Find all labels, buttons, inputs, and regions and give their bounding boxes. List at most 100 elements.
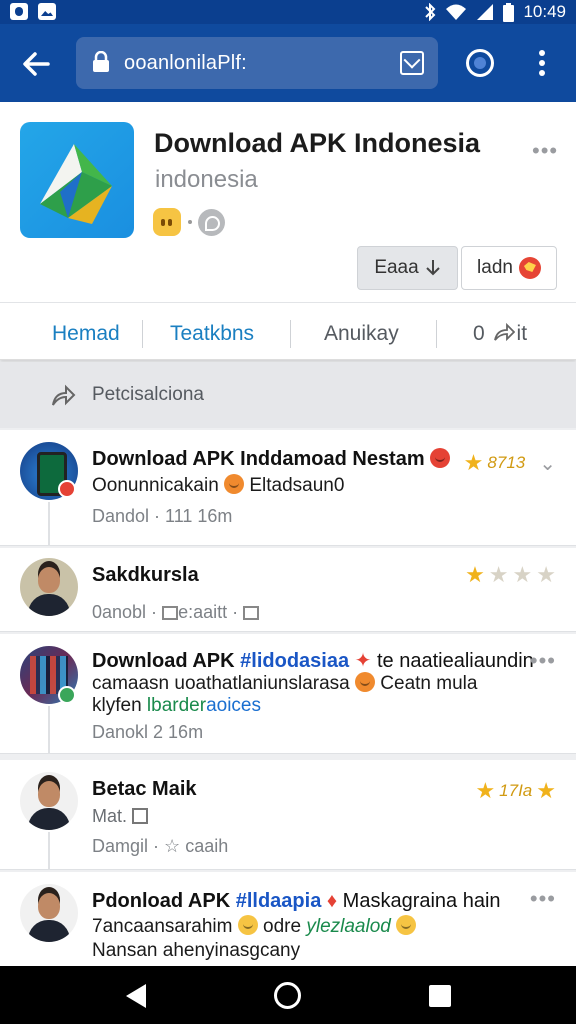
open-button-label: ladn [477,257,513,278]
separator-dot [188,220,192,224]
verified-badge-icon [198,209,225,236]
user-avatar [20,558,78,616]
battery-icon [503,2,515,22]
download-arrow-icon [425,260,440,276]
url-bar[interactable]: ooanlonilaPlf: [76,37,438,89]
share-icon [493,322,515,342]
post-meta-text-3: caaih [185,836,229,856]
pin-icon: ✦ [354,650,372,672]
thread-line [48,832,50,870]
more-options-icon[interactable]: ••• [530,648,556,674]
rating-text: 8713 [487,453,526,472]
app-header-card: Download APK Indonesia indonesia ••• Eaa… [0,102,576,360]
tab-anuikay[interactable]: Anuikay [324,322,399,346]
composer-placeholder: Petcisalciona [92,384,204,405]
chevron-down-icon[interactable]: ⌄ [539,451,556,476]
star-icon: ★ [536,562,556,587]
hashtag-link[interactable]: #lldaapia [236,890,322,912]
post-title: Download APK Inddamoad Nestam [92,448,451,471]
emoji-icon [237,915,258,935]
tab-bar: Hemad Teatkbns Anuikay 0 it [0,304,576,360]
post-meta: Mat. [92,806,149,827]
star-icon: ★ [512,562,533,587]
share-small-icon: ☆ [164,836,181,856]
open-button[interactable]: ladn [461,246,557,290]
thread-line [48,502,50,546]
post-meta: Danokl 2 16m [92,722,203,743]
signal-icon [477,4,494,20]
post-body-text-3: klyfen [92,695,147,716]
tab-separator [436,320,437,348]
post-composer[interactable]: Petcisalciona [0,362,576,428]
feed-item[interactable]: Download APK #lidodasiaa ✦ te naatiealia… [0,634,576,754]
feed-item[interactable]: Betac Maik ★ 17Ia ★ Mat. Damgil · ☆ caai… [0,760,576,870]
emoji-badge-icon [153,208,181,236]
open-in-app-icon[interactable] [400,51,424,75]
star-icon: ★ [488,562,509,587]
system-navigation-bar [0,966,576,1024]
emoji-icon [224,474,245,494]
status-notification-icons [10,3,56,20]
download-button[interactable]: Eaaa [357,246,458,290]
fire-icon: ♦ [326,890,338,912]
nav-recents-icon[interactable] [429,985,451,1007]
post-body: camaasn uoathatlaniunslarasa Ceatn mula [92,672,477,696]
bluetooth-icon [425,3,436,21]
post-meta-text: Mat. [92,806,128,826]
star-icon: ★ [463,450,484,475]
back-arrow-icon[interactable] [18,46,54,82]
app-notification-icon [10,3,28,20]
image-icon [162,606,179,620]
tab-share[interactable]: 0 it [473,322,527,346]
thread-line [48,706,50,754]
rating: ★ ★ ★ ★ [465,562,556,588]
post-body-text: 7ancaansarahim [92,916,233,937]
user-avatar [20,884,78,942]
tab-hemad[interactable]: Hemad [52,322,120,346]
download-button-label: Eaaa [374,257,419,278]
app-title: Download APK Indonesia [154,128,481,158]
clock: 10:49 [523,2,566,21]
post-body-text-2: odre [263,916,302,937]
overflow-menu-icon[interactable] [532,48,552,80]
feed-item[interactable]: Pdonload APK #lldaapia ♦ Maskagraina hai… [0,872,576,966]
post-body-text: Oonunnicakain [92,475,219,496]
post-meta: Dandol · 111 16m [92,506,233,526]
post-body-text-3: ylezlaalod [306,916,391,937]
image-icon [132,808,149,824]
status-dot-icon [58,480,76,498]
post-title-text: Download APK Inddamoad Nestam [92,448,425,470]
more-options-icon[interactable]: ••• [532,138,558,164]
feed-item[interactable]: Download APK Inddamoad Nestam ★ 8713 ⌄ O… [0,430,576,546]
rating: ★ 8713 ⌄ [464,450,556,476]
post-body: 7ancaansarahim odre ylezlaalod [92,915,417,939]
share-post-icon [52,384,76,406]
nav-home-icon[interactable] [274,982,301,1009]
wifi-icon [446,4,467,20]
star-icon: ★ [475,778,496,803]
browser-toolbar: ooanlonilaPlf: [0,24,576,102]
nav-back-icon[interactable] [126,984,146,1008]
tab-share-count: 0 [473,322,485,345]
rating-text: 17Ia [499,781,533,800]
post-body-text: camaasn uoathatlaniunslarasa [92,673,350,694]
post-author: Sakdkursla [92,564,199,586]
tab-separator [142,320,143,348]
hashtag-link[interactable]: #lidodasiaa [240,650,349,672]
feed-item[interactable]: Sakdkursla ★ ★ ★ ★ 0anobl · e:aaitt · [0,548,576,632]
tab-teatkbns[interactable]: Teatkbns [170,322,254,346]
more-options-icon[interactable]: ••• [530,886,556,912]
post-meta-text-2: Damgil · [92,836,160,856]
post-author: Betac Maik [92,778,197,800]
post-body-text-2: Eltadsaun0 [249,475,345,496]
post-title-text: Pdonload APK [92,890,231,912]
post-body-link[interactable]: aoices [206,695,261,716]
post-meta-text: 0anobl · [92,602,158,622]
post-title-text-2: te naatiealiaundin [376,650,534,672]
star-icon: ★ [465,562,485,587]
star-icon: ★ [536,778,556,803]
post-body-line-2: Nansan ahenyinasgcany [92,940,301,961]
assistant-icon[interactable] [466,49,494,77]
status-dot-icon [58,686,76,704]
app-subtitle: indonesia [155,166,258,193]
